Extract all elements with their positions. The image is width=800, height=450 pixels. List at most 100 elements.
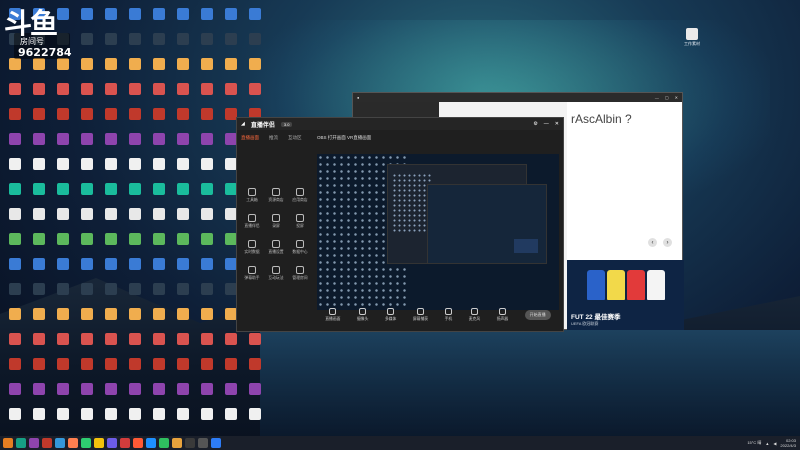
- desktop-icon[interactable]: [100, 358, 122, 382]
- desktop-icon[interactable]: [148, 183, 170, 207]
- tool-item[interactable]: 弹幕助手: [241, 266, 263, 281]
- network-icon[interactable]: ▲: [765, 441, 769, 446]
- tool-item[interactable]: 数据中心: [289, 240, 311, 255]
- desktop-icon[interactable]: [124, 233, 146, 257]
- desktop-icon[interactable]: [172, 383, 194, 407]
- taskbar-app-icon[interactable]: [55, 438, 65, 448]
- taskbar-app-icon[interactable]: [133, 438, 143, 448]
- desktop-icon[interactable]: [52, 108, 74, 132]
- desktop-icon[interactable]: [52, 408, 74, 432]
- desktop-icon[interactable]: [124, 183, 146, 207]
- desktop-icon[interactable]: [220, 358, 242, 382]
- source-button[interactable]: 手机: [445, 308, 452, 322]
- desktop-icon[interactable]: [28, 208, 50, 232]
- desktop-icon[interactable]: [172, 208, 194, 232]
- desktop-icon[interactable]: [100, 333, 122, 357]
- desktop-icon[interactable]: [196, 308, 218, 332]
- desktop-icon[interactable]: [244, 83, 266, 107]
- live-companion-window[interactable]: ◢ 直播伴侣 3.0 ⚙ — ✕ 直播画面 推流 互动区 OBS 打开画面 VR…: [236, 117, 564, 332]
- tool-item[interactable]: 直播设置: [265, 240, 287, 255]
- desktop-icon[interactable]: [148, 133, 170, 157]
- desktop-icon[interactable]: [148, 33, 170, 57]
- taskbar-app-icon[interactable]: [120, 438, 130, 448]
- desktop-icon[interactable]: [172, 358, 194, 382]
- source-button[interactable]: 屏幕捕获: [413, 308, 428, 322]
- desktop-icon[interactable]: [100, 33, 122, 57]
- source-button[interactable]: 麦克风: [469, 308, 480, 322]
- desktop-icon[interactable]: [52, 83, 74, 107]
- desktop-icon[interactable]: [28, 308, 50, 332]
- desktop-icon[interactable]: [172, 308, 194, 332]
- taskbar-app-icon[interactable]: [3, 438, 13, 448]
- desktop-icon[interactable]: [52, 208, 74, 232]
- desktop-icon[interactable]: [196, 258, 218, 282]
- desktop-icon[interactable]: [220, 333, 242, 357]
- desktop-icon[interactable]: [76, 258, 98, 282]
- desktop-icon[interactable]: [28, 83, 50, 107]
- taskbar-app-icon[interactable]: [29, 438, 39, 448]
- desktop-icon[interactable]: [124, 158, 146, 182]
- desktop-icon[interactable]: [76, 408, 98, 432]
- tool-item[interactable]: 应用商店: [289, 188, 311, 203]
- desktop-icon[interactable]: [172, 83, 194, 107]
- tool-item[interactable]: 录屏: [265, 214, 287, 229]
- desktop-icon[interactable]: [244, 333, 266, 357]
- desktop-icon[interactable]: [172, 283, 194, 307]
- taskbar-app-icon[interactable]: [16, 438, 26, 448]
- desktop-icon[interactable]: [76, 158, 98, 182]
- desktop-icon[interactable]: [124, 383, 146, 407]
- desktop-icon[interactable]: [148, 308, 170, 332]
- desktop-icon[interactable]: [148, 233, 170, 257]
- desktop-icon[interactable]: [196, 33, 218, 57]
- desktop-icon[interactable]: [148, 208, 170, 232]
- desktop-icon[interactable]: [196, 283, 218, 307]
- tab-interact[interactable]: 互动区: [288, 135, 302, 141]
- tab-live-view[interactable]: 直播画面: [241, 135, 259, 141]
- desktop-icon[interactable]: [196, 233, 218, 257]
- desktop-icon[interactable]: [124, 58, 146, 82]
- desktop-icon[interactable]: [52, 158, 74, 182]
- browser-titlebar[interactable]: ● — ▢ ✕: [353, 93, 682, 102]
- desktop-icon[interactable]: [76, 308, 98, 332]
- desktop-icon[interactable]: [148, 8, 170, 32]
- taskbar-app-icon[interactable]: [94, 438, 104, 448]
- desktop-icon[interactable]: [148, 83, 170, 107]
- desktop-icon[interactable]: [124, 283, 146, 307]
- desktop-icon[interactable]: [148, 108, 170, 132]
- desktop-icon[interactable]: [76, 233, 98, 257]
- desktop-icon[interactable]: [220, 383, 242, 407]
- desktop-icon[interactable]: [196, 83, 218, 107]
- desktop-icon[interactable]: [196, 333, 218, 357]
- desktop-icon[interactable]: [76, 333, 98, 357]
- source-button[interactable]: 多媒体: [385, 308, 396, 322]
- desktop-icon[interactable]: [196, 158, 218, 182]
- desktop-icon[interactable]: [220, 33, 242, 57]
- desktop-icon[interactable]: [4, 258, 26, 282]
- desktop-icon[interactable]: [148, 158, 170, 182]
- desktop-icon[interactable]: [124, 208, 146, 232]
- desktop-icon[interactable]: [244, 383, 266, 407]
- tool-item[interactable]: 实时数据: [241, 240, 263, 255]
- tool-item[interactable]: 管理房间: [289, 266, 311, 281]
- start-live-button[interactable]: 开始直播: [524, 310, 551, 320]
- desktop-icon[interactable]: [4, 158, 26, 182]
- taskbar-app-icon[interactable]: [198, 438, 208, 448]
- desktop-icon[interactable]: [124, 33, 146, 57]
- volume-icon[interactable]: ◀: [773, 441, 776, 446]
- desktop-icon[interactable]: [100, 158, 122, 182]
- desktop-icon[interactable]: [4, 358, 26, 382]
- desktop-icon[interactable]: [4, 383, 26, 407]
- desktop-icon[interactable]: [4, 333, 26, 357]
- desktop-icon[interactable]: [244, 408, 266, 432]
- desktop-icon[interactable]: [196, 8, 218, 32]
- desktop-icon[interactable]: [172, 233, 194, 257]
- desktop-icon[interactable]: [100, 283, 122, 307]
- desktop-icon[interactable]: [148, 258, 170, 282]
- desktop-icon[interactable]: [76, 133, 98, 157]
- desktop-icon[interactable]: [28, 258, 50, 282]
- desktop-icon[interactable]: [52, 233, 74, 257]
- desktop-icon[interactable]: [244, 58, 266, 82]
- desktop-icon[interactable]: [172, 133, 194, 157]
- desktop-icon[interactable]: [4, 108, 26, 132]
- tool-item[interactable]: 工具箱: [241, 188, 263, 203]
